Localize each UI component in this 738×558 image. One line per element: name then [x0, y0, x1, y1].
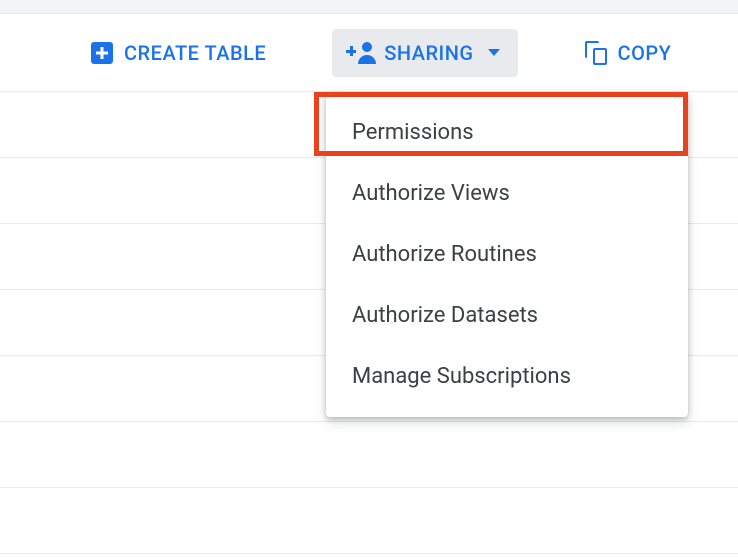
- create-table-label: Create Table: [124, 41, 266, 65]
- toolbar: Create Table Sharing Copy: [0, 14, 738, 92]
- table-row: [0, 422, 738, 488]
- menu-item-authorize-routines[interactable]: Authorize Routines: [326, 224, 688, 285]
- plus-square-icon: [90, 41, 114, 65]
- copy-button[interactable]: Copy: [566, 29, 690, 77]
- menu-item-authorize-views[interactable]: Authorize Views: [326, 163, 688, 224]
- chevron-down-icon: [488, 49, 500, 56]
- copy-icon: [584, 41, 608, 65]
- copy-label: Copy: [618, 41, 672, 65]
- person-add-icon: [350, 41, 374, 65]
- create-table-button[interactable]: Create Table: [72, 29, 284, 77]
- menu-item-authorize-datasets[interactable]: Authorize Datasets: [326, 285, 688, 346]
- top-strip: [0, 0, 738, 14]
- sharing-button[interactable]: Sharing: [332, 29, 517, 77]
- menu-item-manage-subscriptions[interactable]: Manage Subscriptions: [326, 346, 688, 407]
- sharing-label: Sharing: [384, 41, 473, 65]
- table-row: [0, 488, 738, 554]
- menu-item-permissions[interactable]: Permissions: [326, 102, 688, 163]
- sharing-dropdown: Permissions Authorize Views Authorize Ro…: [326, 92, 688, 417]
